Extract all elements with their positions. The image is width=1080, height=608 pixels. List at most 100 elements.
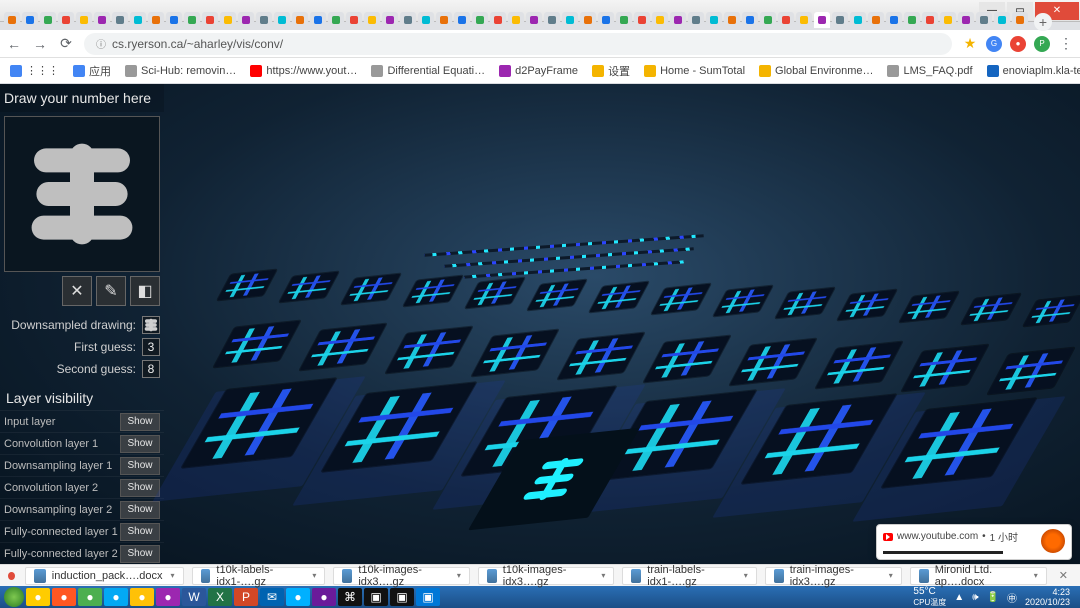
download-chip[interactable]: Mironid Ltd. ap….docx▾: [910, 567, 1047, 585]
browser-tab[interactable]: [526, 12, 542, 28]
browser-tab[interactable]: [796, 12, 812, 28]
browser-tab[interactable]: [832, 12, 848, 28]
new-tab-button[interactable]: +: [1034, 13, 1052, 31]
browser-tab[interactable]: [778, 12, 794, 28]
browser-tab[interactable]: [544, 12, 560, 28]
layer-show-button[interactable]: Show: [120, 479, 160, 497]
taskbar-app[interactable]: X: [208, 588, 232, 606]
browser-menu-button[interactable]: ⋮: [1058, 36, 1074, 52]
apps-button[interactable]: ⋮⋮⋮: [10, 64, 59, 77]
browser-tab[interactable]: [706, 12, 722, 28]
browser-tab[interactable]: [922, 12, 938, 28]
taskbar-app[interactable]: ▣: [390, 588, 414, 606]
download-chip[interactable]: t10k-labels-idx1-….gz▾: [192, 567, 326, 585]
browser-tab[interactable]: [148, 12, 164, 28]
taskbar-app[interactable]: ✉: [260, 588, 284, 606]
browser-tab[interactable]: [400, 12, 416, 28]
browser-tab[interactable]: [40, 12, 56, 28]
taskbar-app[interactable]: ⌘: [338, 588, 362, 606]
clock[interactable]: 4:232020/10/23: [1025, 587, 1070, 607]
browser-tab[interactable]: [22, 12, 38, 28]
draw-canvas[interactable]: [4, 116, 160, 272]
browser-tab[interactable]: [112, 12, 128, 28]
taskbar-app[interactable]: ●: [130, 588, 154, 606]
taskbar-app[interactable]: P: [234, 588, 258, 606]
taskbar-app[interactable]: ▣: [364, 588, 388, 606]
browser-tab[interactable]: [760, 12, 776, 28]
browser-tab[interactable]: [58, 12, 74, 28]
download-chip[interactable]: t10k-images-idx3….gz▾: [333, 567, 469, 585]
browser-tab[interactable]: [436, 12, 452, 28]
tray-icon[interactable]: ㊥: [1007, 590, 1017, 605]
browser-tab[interactable]: [292, 12, 308, 28]
network-3d-view[interactable]: [164, 84, 1080, 564]
address-bar[interactable]: ⓘ cs.ryerson.ca/~aharley/vis/conv/: [84, 33, 952, 55]
browser-tab[interactable]: [256, 12, 272, 28]
bookmark-item[interactable]: Global Environme…: [759, 65, 873, 77]
browser-tab[interactable]: [904, 12, 920, 28]
browser-tab[interactable]: [580, 12, 596, 28]
browser-tab[interactable]: [688, 12, 704, 28]
browser-tab[interactable]: [994, 12, 1010, 28]
browser-tab[interactable]: [616, 12, 632, 28]
layer-show-button[interactable]: Show: [120, 501, 160, 519]
reload-button[interactable]: ⟳: [58, 36, 74, 52]
browser-tab[interactable]: [4, 12, 20, 28]
browser-tab[interactable]: [274, 12, 290, 28]
layer-show-button[interactable]: Show: [120, 523, 160, 541]
browser-tab[interactable]: [130, 12, 146, 28]
browser-tab[interactable]: [598, 12, 614, 28]
bookmark-item[interactable]: enoviaplm.kla-ten…: [987, 65, 1080, 77]
downloads-close-button[interactable]: ✕: [1055, 569, 1072, 582]
browser-tab[interactable]: [562, 12, 578, 28]
bookmark-item[interactable]: LMS_FAQ.pdf: [887, 65, 972, 77]
browser-tab[interactable]: [670, 12, 686, 28]
browser-tab[interactable]: [220, 12, 236, 28]
browser-tab[interactable]: [868, 12, 884, 28]
tray-icon[interactable]: ▲: [954, 592, 964, 603]
clear-button[interactable]: ✕: [62, 276, 92, 306]
browser-tab[interactable]: [976, 12, 992, 28]
layer-show-button[interactable]: Show: [120, 435, 160, 453]
bookmark-item[interactable]: https://www.yout…: [250, 65, 357, 77]
taskbar-app[interactable]: ▣: [416, 588, 440, 606]
download-chip[interactable]: train-images-idx3….gz▾: [765, 567, 902, 585]
browser-tab[interactable]: [418, 12, 434, 28]
browser-tab[interactable]: [814, 12, 830, 28]
browser-tab[interactable]: [202, 12, 218, 28]
browser-tab[interactable]: [508, 12, 524, 28]
taskbar-app[interactable]: ●: [286, 588, 310, 606]
layer-show-button[interactable]: Show: [120, 413, 160, 431]
bookmark-item[interactable]: Sci-Hub: removin…: [125, 65, 236, 77]
layer-show-button[interactable]: Show: [120, 457, 160, 475]
browser-tab[interactable]: [364, 12, 380, 28]
profile-avatar[interactable]: P: [1034, 36, 1050, 52]
browser-tab[interactable]: [328, 12, 344, 28]
taskbar-app[interactable]: W: [182, 588, 206, 606]
browser-tab[interactable]: [886, 12, 902, 28]
browser-tab[interactable]: [850, 12, 866, 28]
download-chip[interactable]: induction_pack….docx▾: [25, 567, 184, 585]
browser-tab[interactable]: [472, 12, 488, 28]
browser-tab[interactable]: [490, 12, 506, 28]
taskbar-app[interactable]: ●: [26, 588, 50, 606]
browser-tab[interactable]: [310, 12, 326, 28]
system-tray[interactable]: 55°CCPU温度 ▲ 🕪 🔋 ㊥ 4:232020/10/23: [913, 586, 1076, 608]
browser-tab[interactable]: [724, 12, 740, 28]
browser-tab[interactable]: [346, 12, 362, 28]
tray-icon[interactable]: 🕪: [972, 592, 978, 603]
eraser-button[interactable]: ◧: [130, 276, 160, 306]
taskbar-app[interactable]: ●: [312, 588, 336, 606]
taskbar-app[interactable]: ●: [78, 588, 102, 606]
layer-show-button[interactable]: Show: [120, 545, 160, 563]
tray-icon[interactable]: 🔋: [987, 592, 999, 603]
browser-tab[interactable]: [382, 12, 398, 28]
pencil-button[interactable]: ✎: [96, 276, 126, 306]
browser-tab[interactable]: [238, 12, 254, 28]
bookmark-item[interactable]: Differential Equati…: [371, 65, 485, 77]
back-button[interactable]: ←: [6, 36, 22, 52]
bookmark-star-icon[interactable]: ★: [962, 36, 978, 52]
browser-tab[interactable]: [1012, 12, 1028, 28]
browser-tab[interactable]: [958, 12, 974, 28]
browser-tab[interactable]: [94, 12, 110, 28]
